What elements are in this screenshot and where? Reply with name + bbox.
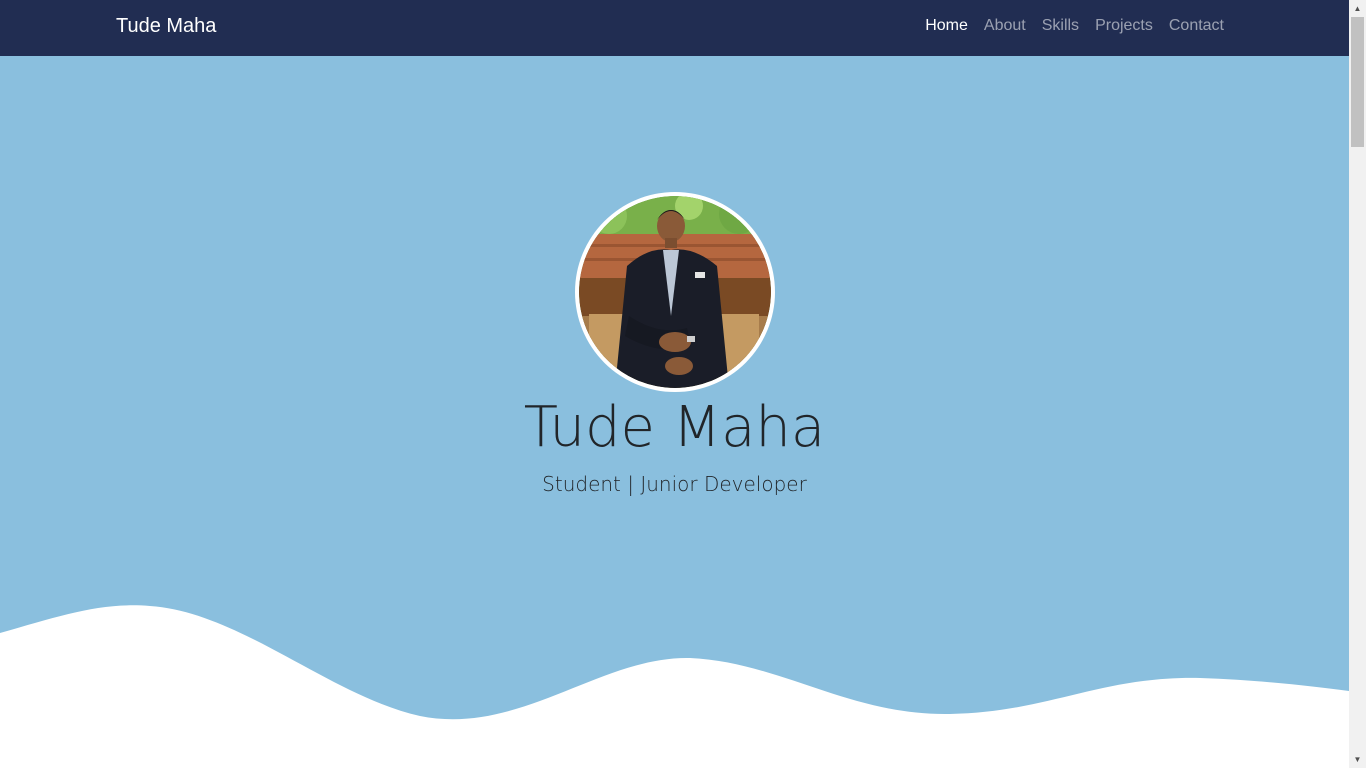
nav-item-about: About (984, 17, 1026, 35)
hero-tagline: Student | Junior Developer (542, 472, 807, 496)
nav-links: Home About Skills Projects Contact (925, 17, 1224, 35)
nav-link-about[interactable]: About (984, 17, 1026, 34)
scrollbar[interactable]: ▲ ▼ (1349, 0, 1366, 768)
navbar-brand[interactable]: Tude Maha (116, 15, 216, 38)
wave-divider (0, 605, 1349, 768)
nav-link-home[interactable]: Home (925, 17, 968, 34)
avatar (579, 196, 771, 388)
nav-link-skills[interactable]: Skills (1042, 17, 1079, 34)
hero-name: Tude Maha (523, 395, 826, 460)
avatar-frame (575, 192, 775, 392)
nav-item-home: Home (925, 17, 968, 35)
nav-item-contact: Contact (1169, 17, 1224, 35)
chevron-up-icon[interactable]: ▲ (1349, 0, 1366, 17)
nav-link-contact[interactable]: Contact (1169, 17, 1224, 34)
scroll-thumb[interactable] (1351, 17, 1364, 147)
navbar: Tude Maha Home About Skills Projects Con… (0, 0, 1349, 56)
nav-link-projects[interactable]: Projects (1095, 17, 1153, 34)
chevron-down-icon[interactable]: ▼ (1349, 751, 1366, 768)
nav-item-skills: Skills (1042, 17, 1079, 35)
hero-section: Tude Maha Student | Junior Developer (0, 56, 1349, 768)
nav-item-projects: Projects (1095, 17, 1153, 35)
